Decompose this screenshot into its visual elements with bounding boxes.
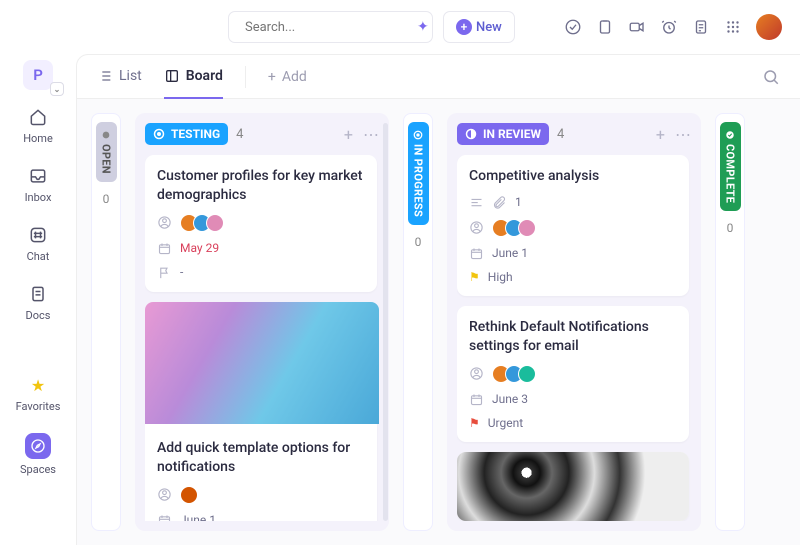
nav-spaces[interactable]: Spaces [8, 423, 68, 484]
card-flag: - [180, 265, 183, 279]
alarm-icon[interactable] [660, 18, 678, 36]
attachment-count: 1 [515, 195, 522, 209]
doc-icon [27, 283, 49, 305]
column-menu-button[interactable]: ⋯ [363, 125, 379, 144]
column-testing: TESTING 4 + ⋯ Customer profiles for key … [135, 113, 389, 531]
column-label-testing[interactable]: TESTING [145, 123, 228, 145]
card-date: June 1 [180, 513, 216, 521]
calendar-icon [157, 241, 172, 256]
description-icon [469, 195, 484, 210]
check-circle-icon[interactable] [564, 18, 582, 36]
calendar-icon [469, 392, 484, 407]
card-date: June 3 [492, 392, 528, 406]
person-icon [157, 215, 172, 230]
column-label-complete: COMPLETE [720, 122, 741, 211]
card-title: Rethink Default Notifications settings f… [469, 318, 677, 356]
assignee-avatars [180, 214, 224, 232]
status-dot-icon [153, 128, 165, 140]
card[interactable]: Rethink Default Notifications settings f… [457, 306, 689, 442]
priority-flag-icon: ⚑ [469, 416, 480, 430]
compass-icon [25, 433, 51, 459]
nav-home[interactable]: Home [8, 96, 68, 153]
new-label: New [476, 20, 502, 35]
column-label-inreview[interactable]: IN REVIEW [457, 123, 549, 145]
column-inreview: IN REVIEW 4 + ⋯ Competitive analysis 1 [447, 113, 701, 531]
view-tab-board[interactable]: Board [164, 55, 223, 99]
new-button[interactable]: + New [443, 11, 515, 43]
column-count: 4 [557, 127, 564, 142]
list-icon [97, 68, 113, 84]
plus-icon: + [268, 69, 276, 85]
card-image [457, 452, 689, 521]
column-inprogress-collapsed[interactable]: IN PROGRESS 0 [403, 113, 433, 531]
calendar-icon [469, 246, 484, 261]
sidebar: P ⌄ Home Inbox Chat Docs ★ Favorites Spa… [0, 54, 76, 545]
video-icon[interactable] [628, 18, 646, 36]
column-open-collapsed[interactable]: OPEN 0 [91, 113, 121, 531]
assignee-avatars [492, 365, 536, 383]
card-date: June 1 [492, 246, 528, 260]
card[interactable]: Competitive analysis 1 June 1 ⚑ High [457, 155, 689, 296]
card-title: Add quick template options for notificat… [157, 439, 365, 477]
view-tab-list[interactable]: List [97, 55, 142, 99]
scrollbar[interactable] [383, 123, 388, 521]
person-icon [157, 487, 172, 502]
search-icon[interactable] [762, 68, 780, 86]
column-label-inprogress: IN PROGRESS [408, 122, 429, 225]
search-box[interactable]: ✦ [228, 11, 433, 43]
add-view-button[interactable]: + Add [268, 69, 307, 85]
nav-chat[interactable]: Chat [8, 214, 68, 271]
nav-inbox[interactable]: Inbox [8, 155, 68, 212]
column-count: 4 [236, 127, 243, 142]
nav-docs[interactable]: Docs [8, 273, 68, 330]
apps-grid-icon[interactable] [724, 18, 742, 36]
attachment-icon [492, 195, 507, 210]
inbox-icon [27, 165, 49, 187]
plus-icon: + [456, 19, 472, 35]
star-icon: ★ [27, 374, 49, 396]
assignee-avatars [180, 486, 198, 504]
column-count: 0 [103, 192, 110, 206]
add-card-button[interactable]: + [656, 125, 665, 144]
card-priority: Urgent [488, 416, 523, 430]
search-input[interactable] [245, 20, 411, 35]
workspace-badge[interactable]: P ⌄ [23, 60, 53, 90]
card-priority: High [488, 270, 513, 284]
card[interactable]: Customer profiles for key market demogra… [145, 155, 377, 292]
ai-sparkle-icon[interactable]: ✦ [417, 19, 429, 35]
view-tabs: List Board + Add [77, 55, 800, 99]
nav-favorites[interactable]: ★ Favorites [8, 364, 68, 421]
chevron-down-icon[interactable]: ⌄ [50, 82, 64, 96]
status-dot-icon [465, 128, 477, 140]
card-date: May 29 [180, 241, 219, 255]
card-title: Competitive analysis [469, 167, 677, 186]
card[interactable]: Add quick template options for notificat… [145, 302, 377, 521]
board-area: OPEN 0 TESTING 4 + ⋯ Customer profiles [77, 99, 800, 545]
column-complete-collapsed[interactable]: COMPLETE 0 [715, 113, 745, 531]
assignee-avatars [492, 219, 536, 237]
card-title: Customer profiles for key market demogra… [157, 167, 365, 205]
person-icon [469, 366, 484, 381]
clipboard-icon[interactable] [596, 18, 614, 36]
card-image [145, 302, 379, 424]
column-count: 0 [415, 235, 422, 249]
person-icon [469, 220, 484, 235]
home-icon [27, 106, 49, 128]
column-menu-button[interactable]: ⋯ [675, 125, 691, 144]
column-label-open: OPEN [96, 122, 117, 182]
column-count: 0 [727, 221, 734, 235]
flag-icon [157, 265, 172, 280]
add-card-button[interactable]: + [344, 125, 353, 144]
user-avatar[interactable] [756, 14, 782, 40]
calendar-icon [157, 513, 172, 521]
board-icon [164, 68, 180, 84]
note-icon[interactable] [692, 18, 710, 36]
priority-flag-icon: ⚑ [469, 270, 480, 284]
hash-icon [27, 224, 49, 246]
card[interactable] [457, 452, 689, 521]
